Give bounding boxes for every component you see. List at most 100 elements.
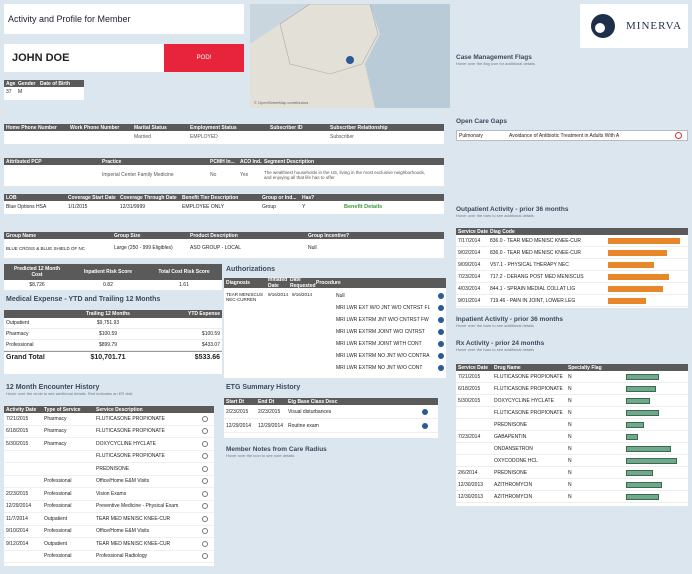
procedure-detail-icon[interactable] [438,293,444,299]
rx-bar[interactable] [626,385,656,392]
product-description: ASO GROUP - LOCAL [190,245,242,251]
op-bar[interactable] [608,297,646,304]
outpatient-row: 9/09/2014 V57.1 - PHYSICAL THERAPY NEC [456,259,688,271]
rx-bar[interactable] [626,457,677,464]
encounter-heading: 12 Month Encounter History Hover over th… [6,384,133,396]
etg-row: 2/23/2015 2/23/2015 Visual disturbances [224,405,438,419]
rx-bar[interactable] [626,397,650,404]
op-service-date: 7/17/2014 [458,237,481,244]
outpatient-title: Outpatient Activity - prior 36 months [456,206,569,213]
encounter-detail-icon[interactable] [202,553,208,560]
rx-specialty-flag: N [568,397,572,404]
encounter-type: Pharmacy [44,428,67,435]
op-bar[interactable] [608,285,663,292]
rx-bar[interactable] [626,373,659,380]
encounter-detail-icon[interactable] [202,515,208,522]
encounter-type: Outpatient [44,515,68,522]
encounter-detail-icon[interactable] [202,490,208,497]
logo-text: MINERVA [626,20,683,32]
encounter-detail-icon[interactable] [202,503,208,510]
op-bar[interactable] [608,249,668,256]
etg-start-header[interactable]: Start Dt [224,399,256,405]
procedure-name: MRI LWR EXTRM JNT W/O CNTRST FW [336,317,429,323]
encounter-detail-icon[interactable] [202,465,208,472]
etg-row: 12/29/2014 12/29/2014 Routine exam [224,419,438,433]
care-gap-row[interactable]: Pulmonary Avoidance of Antibiotic Treatm… [456,130,688,141]
procedure-detail-icon[interactable] [438,365,444,371]
rx-bar[interactable] [626,493,659,500]
etg-detail-icon[interactable] [422,408,428,415]
rx-drug-name: GABAPENTIN [494,433,527,440]
map-svg [250,3,450,108]
care-gap-alert-icon[interactable] [675,132,682,139]
encounter-description: Office/Home E&M Visits [96,528,150,535]
encounter-detail-icon[interactable] [202,440,208,447]
rx-bar[interactable] [626,481,662,488]
rx-bar[interactable] [626,445,671,452]
encounter-row: 2/23/2015 Professional Vision Exams [4,488,214,501]
op-diag-code: 836.0 - TEAR MED MENISC KNEE-CUR [490,249,582,256]
group-ind-header: Group or Ind... [262,194,297,201]
etg-description: Visual disturbances [288,408,332,415]
medical-trailing: $100.59 [98,331,118,337]
procedure-detail-icon[interactable] [438,305,444,311]
rx-specialty-flag: N [568,469,572,476]
age-value: 37 [6,88,12,95]
rx-bar[interactable] [626,433,638,440]
rx-drug-name: AZITHROMYCIN [494,481,533,488]
pcp-panel: Attributed PCP Practice PCMH In... ACO I… [4,158,444,186]
pod-button[interactable]: POD! [164,44,244,72]
rx-drug-header: Drug Name [494,364,521,371]
benefit-details-link[interactable]: Benefit Details [342,204,384,210]
rx-row: ONDANSETRON N [456,443,688,455]
pcmh-header: PCMH In... [210,158,235,165]
rx-table: Service Date Drug Name Specialty Flag 7/… [456,364,688,506]
rx-drug-name: PREDNISONE [494,421,528,428]
rx-bar[interactable] [626,421,644,428]
encounter-date: 11/7/2014 [6,515,28,522]
gender-header: Gender [18,80,36,87]
trailing-header: Trailing 12 Months [86,311,130,317]
etg-end: 12/29/2014 [258,422,284,429]
op-bar[interactable] [608,273,669,280]
etg-table: Start Dt End Dt Etg Base Class Desc 2/23… [224,398,438,438]
rx-service-date: 7/21/2015 [458,373,481,380]
procedure-detail-icon[interactable] [438,329,444,335]
grand-total-label: Grand Total [6,354,45,361]
encounter-detail-icon[interactable] [202,478,208,485]
encounter-detail-icon[interactable] [202,415,208,422]
aco-value: Yes [240,172,249,178]
procedure-detail-icon[interactable] [438,353,444,359]
practice-value: Imperial Center Family Medicine [102,172,174,178]
encounter-detail-icon[interactable] [202,453,208,460]
rx-bar[interactable] [626,469,653,476]
encounter-description: TEAR MED MENISC KNEE-CUR [96,540,171,547]
encounter-date: 2/23/2015 [6,490,29,497]
activity-date-header[interactable]: Activity Date [4,407,42,413]
encounter-detail-icon[interactable] [202,540,208,547]
encounter-type: Pharmacy [44,440,67,447]
op-bar[interactable] [608,261,654,268]
procedure-detail-icon[interactable] [438,341,444,347]
op-date-header[interactable]: Service Date [456,229,488,235]
etg-detail-icon[interactable] [422,422,428,429]
op-diag-code: V57.1 - PHYSICAL THERAPY NEC [490,261,569,268]
rx-date-header[interactable]: Service Date [456,365,492,371]
encounter-description: FLUTICASONE PROPIONATE [96,415,165,422]
work-phone-header: Work Phone Number [70,124,120,131]
rx-service-date: 12/30/2013 [458,481,484,488]
encounter-detail-icon[interactable] [202,528,208,535]
relationship-header: Subscriber Relationship [330,124,388,131]
procedure-detail-icon[interactable] [438,317,444,323]
inpatient-heading: Inpatient Activity - prior 36 months Hov… [456,316,563,328]
logo-panel: MINERVA [580,4,688,48]
op-bar[interactable] [608,237,681,244]
encounter-detail-icon[interactable] [202,428,208,435]
member-location-marker[interactable] [346,56,354,64]
auth-requested-date: 9/16/2014 [292,292,313,297]
etg-end-header: End Dt [258,398,275,405]
rx-bar[interactable] [626,409,659,416]
map[interactable]: © OpenStreetMap contributors [250,3,450,108]
encounter-row: FLUTICASONE PROPIONATE [4,451,214,463]
rx-specialty-flag: N [568,457,572,464]
